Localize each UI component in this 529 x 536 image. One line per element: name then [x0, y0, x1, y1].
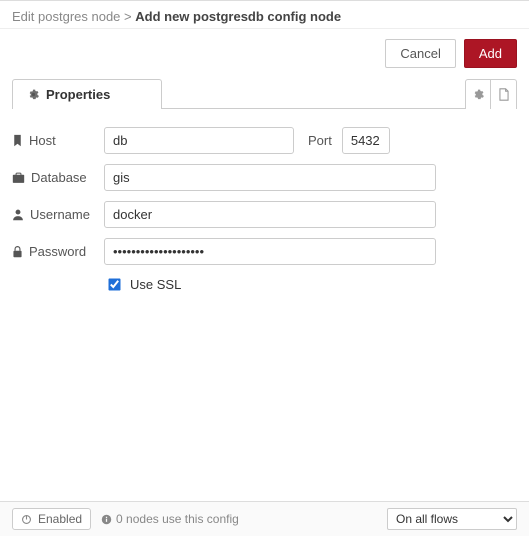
breadcrumb: Edit postgres node > Add new postgresdb … [0, 1, 529, 29]
database-label-text: Database [31, 170, 87, 185]
password-label-text: Password [29, 244, 86, 259]
power-icon [21, 514, 32, 525]
gear-icon [27, 88, 40, 101]
username-label: Username [12, 207, 104, 222]
tab-label: Properties [46, 87, 110, 102]
scope-select[interactable]: On all flows [387, 508, 517, 530]
row-password: Password [12, 238, 517, 265]
tab-bar: Properties [12, 78, 517, 109]
username-input[interactable] [104, 201, 436, 228]
database-label: Database [12, 170, 104, 185]
footer-bar: Enabled 0 nodes use this config On all f… [0, 501, 529, 536]
password-label: Password [12, 244, 104, 259]
row-username: Username [12, 201, 517, 228]
lock-icon [12, 245, 23, 258]
enabled-label: Enabled [38, 512, 82, 526]
cancel-button[interactable]: Cancel [385, 39, 455, 68]
user-icon [12, 208, 24, 221]
host-input[interactable] [104, 127, 294, 154]
settings-tab-button[interactable] [465, 79, 491, 109]
usage-info: 0 nodes use this config [101, 512, 377, 526]
row-ssl: Use SSL [104, 275, 517, 294]
info-icon [101, 514, 112, 525]
briefcase-icon [12, 172, 25, 184]
dialog-actions: Cancel Add [0, 29, 529, 78]
breadcrumb-prev[interactable]: Edit postgres node [12, 9, 120, 24]
username-label-text: Username [30, 207, 90, 222]
docs-tab-button[interactable] [491, 79, 517, 109]
ssl-checkbox[interactable] [108, 278, 120, 290]
bookmark-icon [12, 134, 23, 147]
ssl-label: Use SSL [130, 277, 181, 292]
tab-properties[interactable]: Properties [12, 79, 162, 109]
password-input[interactable] [104, 238, 436, 265]
host-label: Host [12, 133, 104, 148]
breadcrumb-current: Add new postgresdb config node [135, 9, 341, 24]
add-button[interactable]: Add [464, 39, 517, 68]
database-input[interactable] [104, 164, 436, 191]
breadcrumb-separator: > [124, 9, 132, 24]
file-icon [498, 88, 510, 101]
form-body: Host Port Database [12, 109, 517, 501]
port-input[interactable] [342, 127, 390, 154]
port-label: Port [308, 133, 332, 148]
row-host: Host Port [12, 127, 517, 154]
enabled-toggle[interactable]: Enabled [12, 508, 91, 530]
gear-icon [472, 88, 485, 101]
usage-text: 0 nodes use this config [116, 512, 239, 526]
host-label-text: Host [29, 133, 56, 148]
row-database: Database [12, 164, 517, 191]
